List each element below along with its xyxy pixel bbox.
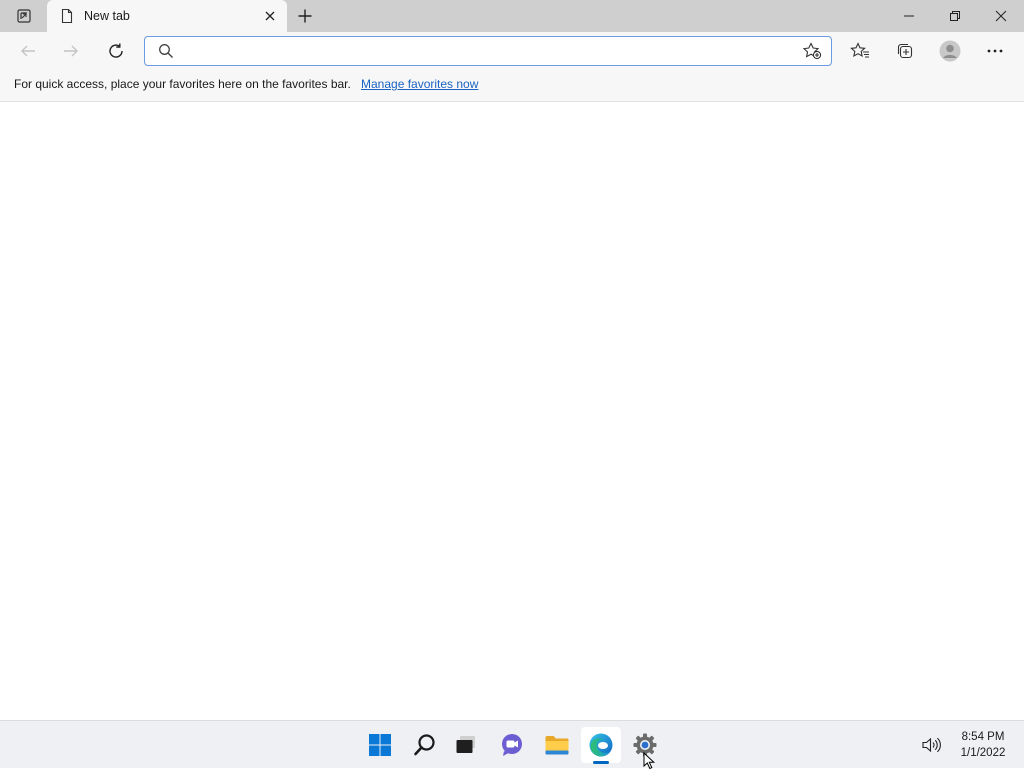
refresh-button[interactable]	[101, 36, 131, 66]
minimize-button[interactable]	[886, 0, 932, 32]
favorites-bar-message: For quick access, place your favorites h…	[14, 77, 351, 91]
more-icon	[987, 49, 1003, 53]
search-icon	[414, 734, 435, 756]
close-icon	[995, 10, 1007, 22]
tab-strip: New tab	[0, 0, 1024, 32]
folder-icon	[545, 736, 569, 755]
windows-logo-icon	[369, 734, 391, 756]
start-button[interactable]	[360, 727, 400, 763]
mouse-cursor-icon	[643, 752, 656, 770]
address-input[interactable]	[181, 39, 781, 63]
collections-button[interactable]	[890, 36, 920, 66]
arrow-left-icon	[21, 45, 35, 57]
chat-icon	[502, 734, 522, 756]
favorites-bar: For quick access, place your favorites h…	[0, 70, 1024, 102]
tab-title: New tab	[84, 9, 130, 23]
task-view-icon	[456, 736, 475, 753]
address-bar[interactable]	[144, 36, 832, 66]
taskbar-search-button[interactable]	[405, 727, 445, 763]
favorites-button[interactable]	[845, 36, 875, 66]
page-icon	[61, 8, 73, 24]
active-app-indicator	[593, 761, 609, 764]
collections-icon	[897, 43, 913, 59]
close-icon	[265, 11, 275, 21]
restore-icon	[950, 11, 960, 21]
chat-button[interactable]	[492, 727, 532, 763]
browser-window: New tab For quick access, place your fav…	[0, 0, 1024, 720]
tab-new-tab[interactable]: New tab	[47, 0, 287, 32]
system-clock[interactable]: 8:54 PM 1/1/2022	[950, 729, 1016, 761]
tab-actions-icon	[17, 9, 31, 23]
manage-favorites-link[interactable]: Manage favorites now	[361, 77, 478, 91]
new-tab-button[interactable]	[292, 4, 318, 28]
restore-button[interactable]	[932, 0, 978, 32]
volume-button[interactable]	[918, 733, 944, 757]
settings-and-more-button[interactable]	[980, 36, 1010, 66]
favorites-icon	[850, 42, 869, 58]
profile-button[interactable]	[935, 36, 965, 66]
taskbar: 8:54 PM 1/1/2022	[0, 720, 1024, 768]
clock-time: 8:54 PM	[961, 731, 1005, 743]
tab-close-button[interactable]	[260, 6, 280, 26]
edge-icon	[589, 733, 613, 757]
minimize-icon	[904, 15, 914, 17]
back-button[interactable]	[13, 36, 43, 66]
speaker-icon	[922, 737, 941, 753]
clock-date: 1/1/2022	[960, 747, 1006, 759]
arrow-right-icon	[64, 45, 78, 57]
navigation-toolbar	[0, 32, 1024, 70]
forward-button[interactable]	[56, 36, 86, 66]
refresh-icon	[109, 43, 123, 58]
file-explorer-button[interactable]	[537, 727, 577, 763]
search-icon	[159, 44, 173, 58]
avatar-icon	[939, 40, 961, 62]
add-favorite-button[interactable]	[801, 41, 823, 61]
tab-actions-button[interactable]	[8, 4, 40, 28]
star-add-icon	[802, 42, 822, 60]
close-window-button[interactable]	[978, 0, 1024, 32]
plus-icon	[298, 9, 312, 23]
page-content	[0, 103, 1024, 720]
edge-taskbar-button[interactable]	[581, 727, 621, 763]
task-view-button[interactable]	[446, 727, 486, 763]
